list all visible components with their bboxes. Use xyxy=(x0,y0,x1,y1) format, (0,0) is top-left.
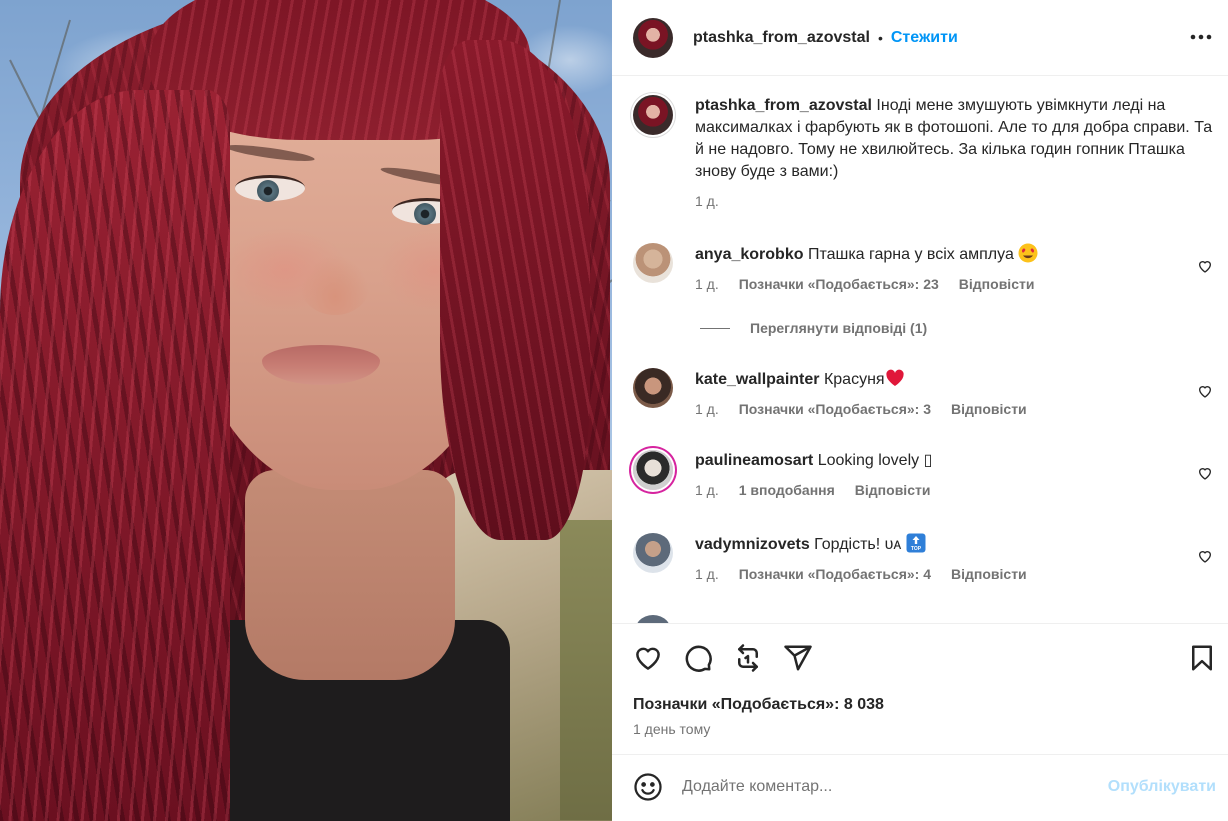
nose xyxy=(300,255,370,315)
red-heart-emoji-icon xyxy=(885,369,904,386)
action-bar: Позначки «Подобається»: 8 038 1 день том… xyxy=(612,623,1228,753)
bookmark-icon[interactable] xyxy=(1187,643,1217,673)
post-header: ptashka_from_azovstal • Стежити xyxy=(612,0,1228,76)
hair-right xyxy=(440,40,590,540)
publish-button[interactable]: Опублікувати xyxy=(1108,778,1216,796)
commenter-avatar[interactable] xyxy=(633,533,673,573)
more-icon[interactable] xyxy=(1188,24,1214,50)
hair-left xyxy=(0,90,230,821)
svg-text:TOP: TOP xyxy=(911,546,922,552)
reply-button[interactable]: Відповісти xyxy=(959,276,1035,292)
commenter-avatar[interactable] xyxy=(633,368,673,408)
heart-icon[interactable] xyxy=(633,643,663,673)
comment-likes[interactable]: Позначки «Подобається»: 23 xyxy=(739,276,939,292)
comment-username[interactable]: kate_wallpainter xyxy=(695,371,820,388)
caption-age: 1 д. xyxy=(695,193,719,209)
emoji-icon[interactable] xyxy=(633,772,663,802)
neck xyxy=(245,470,455,680)
caption-username[interactable]: ptashka_from_azovstal xyxy=(695,97,872,114)
caption-meta: 1 д. xyxy=(695,193,1215,209)
comment-icon[interactable] xyxy=(683,643,713,673)
comment-username[interactable]: anya_korobko xyxy=(695,246,803,263)
reply-button[interactable]: Відповісти xyxy=(951,401,1027,417)
likes-count[interactable]: Позначки «Подобається»: 8 038 xyxy=(633,696,884,714)
follow-button[interactable]: Стежити xyxy=(891,29,958,47)
author-avatar[interactable] xyxy=(633,17,673,58)
replies-line xyxy=(700,327,730,329)
top-arrow-emoji-icon: TOP xyxy=(906,533,926,553)
comment-age: 1 д. xyxy=(695,401,719,417)
commenter-avatar[interactable] xyxy=(633,450,673,490)
comment-like-heart-icon[interactable] xyxy=(1197,465,1213,481)
post-photo xyxy=(0,0,612,821)
commenter-avatar[interactable] xyxy=(633,615,673,623)
post-age: 1 день тому xyxy=(633,721,711,737)
comment-like-heart-icon[interactable] xyxy=(1197,258,1213,274)
comment-username[interactable]: vadymnizovets xyxy=(695,536,810,553)
comment-text: kate_wallpainter Красуня xyxy=(695,368,1195,391)
jacket-sleeve xyxy=(560,520,612,820)
comment-meta: 1 д. Позначки «Подобається»: 23 Відповіс… xyxy=(695,276,1195,292)
comment-meta: 1 д. Позначки «Подобається»: 3 Відповіст… xyxy=(695,401,1195,417)
comment-likes[interactable]: Позначки «Подобається»: 3 xyxy=(739,401,931,417)
comments-list[interactable]: ptashka_from_azovstal Іноді мене змушуют… xyxy=(612,77,1228,623)
comment-likes[interactable]: 1 вподобання xyxy=(739,482,835,498)
view-replies-label: Переглянути відповіді (1) xyxy=(750,320,928,336)
comment-meta: 1 д. Позначки «Подобається»: 4 Відповіст… xyxy=(695,566,1195,582)
post-panel: ptashka_from_azovstal • Стежити ptashka_… xyxy=(612,0,1228,821)
view-replies-button[interactable]: Переглянути відповіді (1) xyxy=(700,320,927,336)
comment-text: vadymnizovets Гордість! ᴜᴀ TOP xyxy=(695,533,1195,556)
repost-icon[interactable] xyxy=(733,643,763,673)
comment-likes[interactable]: Позначки «Подобається»: 4 xyxy=(739,566,931,582)
author-avatar-small[interactable] xyxy=(633,95,673,135)
reply-button[interactable]: Відповісти xyxy=(855,482,931,498)
comment-like-heart-icon[interactable] xyxy=(1197,548,1213,564)
heart-eyes-emoji-icon xyxy=(1018,243,1038,263)
comment-body: Красуня xyxy=(823,371,885,388)
author-username[interactable]: ptashka_from_azovstal xyxy=(693,29,870,47)
left-eye xyxy=(235,175,305,202)
comment-text: paulineamosart Looking lovely ▯ xyxy=(695,450,1195,472)
comment-text: anya_korobko Пташка гарна у всіх амплуа xyxy=(695,243,1195,266)
comment-body: Looking lovely ▯ xyxy=(817,452,933,469)
comment-composer: Опублікувати xyxy=(612,754,1228,821)
caption-text: ptashka_from_azovstal Іноді мене змушуют… xyxy=(695,95,1215,183)
comment-username[interactable]: paulineamosart xyxy=(695,452,813,469)
comment-age: 1 д. xyxy=(695,482,719,498)
reply-button[interactable]: Відповісти xyxy=(951,566,1027,582)
comment-age: 1 д. xyxy=(695,276,719,292)
comment-like-heart-icon[interactable] xyxy=(1197,383,1213,399)
comment-body: Пташка гарна у всіх амплуа xyxy=(807,246,1014,263)
separator-dot: • xyxy=(877,29,883,46)
comment-body: Гордість! ᴜᴀ xyxy=(814,536,902,553)
comment-age: 1 д. xyxy=(695,566,719,582)
share-icon[interactable] xyxy=(783,643,813,673)
comment-meta: 1 д. 1 вподобання Відповісти xyxy=(695,482,1195,498)
commenter-avatar[interactable] xyxy=(633,243,673,283)
comment-input[interactable] xyxy=(682,773,1092,801)
